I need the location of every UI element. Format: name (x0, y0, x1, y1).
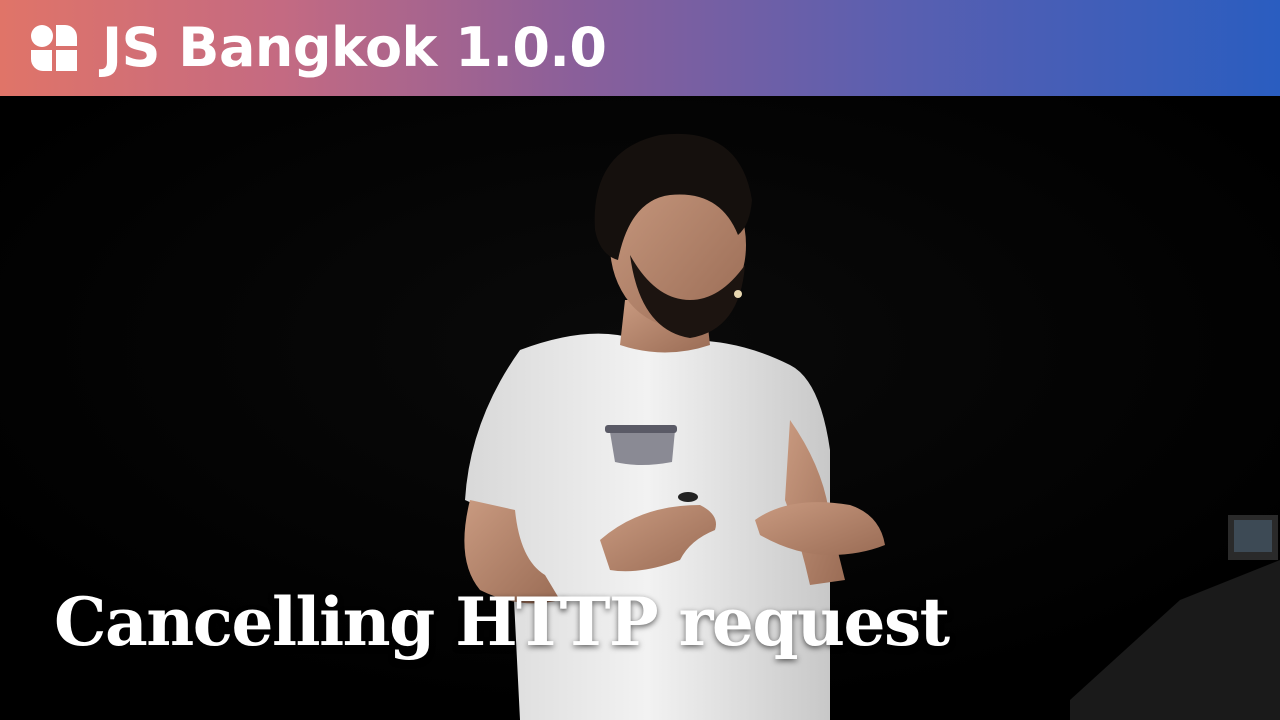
talk-title-caption: Cancelling HTTP request (54, 583, 950, 661)
event-title: JS Bangkok 1.0.0 (102, 16, 607, 79)
jsbangkok-logo-icon (31, 25, 77, 71)
event-banner: JS Bangkok 1.0.0 (0, 0, 1280, 96)
video-frame: JS Bangkok 1.0.0 Cancelling HTTP request (0, 0, 1280, 720)
